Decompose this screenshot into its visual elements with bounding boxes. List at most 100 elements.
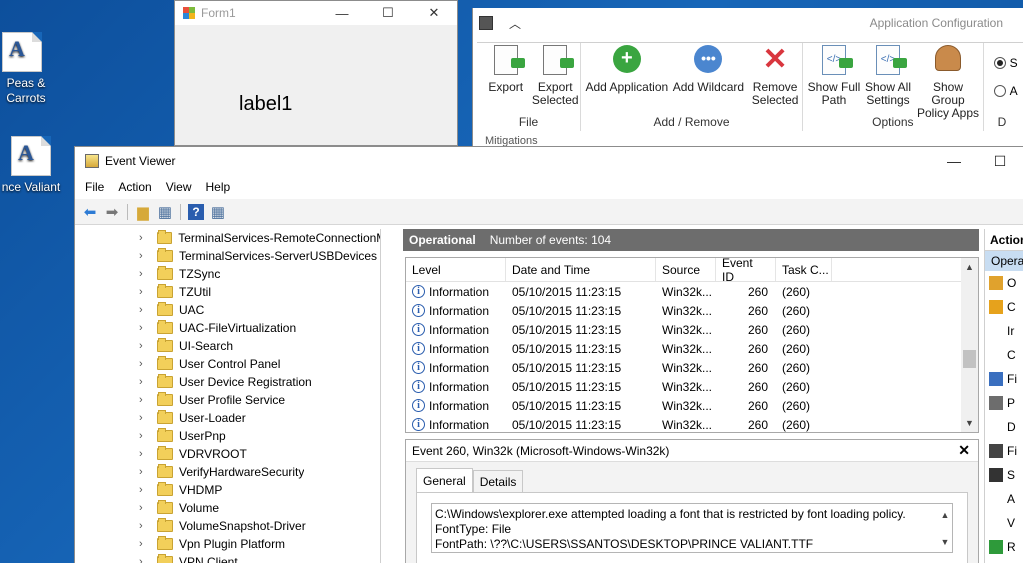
action-item[interactable]: Fi <box>985 439 1023 463</box>
maximize-button[interactable]: ☐ <box>365 5 411 21</box>
tree-item[interactable]: › User Profile Service <box>75 391 380 409</box>
expand-chevron-icon[interactable]: › <box>139 484 151 496</box>
desktop-icon-peas-carrots[interactable]: A Peas & Carrots <box>0 32 58 106</box>
expand-chevron-icon[interactable]: › <box>139 322 151 334</box>
action-item[interactable]: C <box>985 343 1023 367</box>
column-task-category[interactable]: Task C... <box>776 258 832 281</box>
tree-item[interactable]: › User-Loader <box>75 409 380 427</box>
expand-chevron-icon[interactable]: › <box>139 286 151 298</box>
menu-view[interactable]: View <box>166 180 192 194</box>
desktop-icon-prince-valiant[interactable]: A nce Valiant <box>0 136 76 195</box>
expand-chevron-icon[interactable]: › <box>139 394 151 406</box>
expand-chevron-icon[interactable]: › <box>139 376 151 388</box>
column-source[interactable]: Source <box>656 258 716 281</box>
scroll-thumb[interactable] <box>963 350 976 368</box>
tree-item[interactable]: › Volume <box>75 499 380 517</box>
actions-subheader[interactable]: Opera <box>985 251 1023 271</box>
tree-item[interactable]: › TerminalServices-ServerUSBDevices <box>75 247 380 265</box>
tree-item[interactable]: › VHDMP <box>75 481 380 499</box>
tree-item[interactable]: › UAC-FileVirtualization <box>75 319 380 337</box>
menu-action[interactable]: Action <box>118 180 151 194</box>
tree-item[interactable]: › Vpn Plugin Platform <box>75 535 380 553</box>
column-level[interactable]: Level <box>406 258 506 281</box>
action-item[interactable]: C <box>985 295 1023 319</box>
scroll-up-icon[interactable]: ▲ <box>965 262 974 272</box>
action-item[interactable]: D <box>985 415 1023 439</box>
action-item[interactable]: A <box>985 487 1023 511</box>
expand-chevron-icon[interactable]: › <box>139 430 151 442</box>
maximize-button[interactable]: ☐ <box>977 153 1023 170</box>
tree-item[interactable]: › VerifyHardwareSecurity <box>75 463 380 481</box>
expand-chevron-icon[interactable]: › <box>139 466 151 478</box>
help-icon[interactable]: ? <box>188 203 204 220</box>
action-item[interactable]: V <box>985 511 1023 535</box>
tree-item-label: Vpn Plugin Platform <box>179 537 286 551</box>
show-action-pane-icon[interactable]: ▦ <box>207 202 229 222</box>
expand-chevron-icon[interactable]: › <box>139 232 151 244</box>
tree-item[interactable]: › VolumeSnapshot-Driver <box>75 517 380 535</box>
action-item[interactable]: Ir <box>985 319 1023 343</box>
show-hide-tree-icon[interactable]: ▦ <box>154 202 176 222</box>
expand-chevron-icon[interactable]: › <box>139 250 151 262</box>
close-detail-icon[interactable]: ✕ <box>958 442 970 459</box>
up-folder-icon[interactable]: ▆ <box>132 202 154 222</box>
tree-item[interactable]: › UAC <box>75 301 380 319</box>
menu-file[interactable]: File <box>85 180 104 194</box>
event-row[interactable]: i Information 05/10/2015 11:23:15 Win32k...… <box>406 301 978 320</box>
tree-item[interactable]: › TZUtil <box>75 283 380 301</box>
expand-chevron-icon[interactable]: › <box>139 268 151 280</box>
event-row[interactable]: i Information 05/10/2015 11:23:15 Win32k...… <box>406 282 978 301</box>
tree-item[interactable]: › User Control Panel <box>75 355 380 373</box>
expand-chevron-icon[interactable]: › <box>139 448 151 460</box>
expand-chevron-icon[interactable]: › <box>139 556 151 563</box>
action-item[interactable]: O <box>985 271 1023 295</box>
tab-general[interactable]: General <box>416 468 473 492</box>
event-row[interactable]: i Information 05/10/2015 11:23:15 Win32k...… <box>406 320 978 339</box>
expand-chevron-icon[interactable]: › <box>139 340 151 352</box>
event-viewer-titlebar[interactable]: Event Viewer — ☐ <box>75 147 1023 175</box>
event-row[interactable]: i Information 05/10/2015 11:23:15 Win32k...… <box>406 415 978 432</box>
tab-details[interactable]: Details <box>472 470 524 492</box>
expand-chevron-icon[interactable]: › <box>139 412 151 424</box>
minimize-button[interactable]: — <box>931 153 977 169</box>
message-scrollbar[interactable]: ▲ ▼ <box>938 504 952 552</box>
action-item[interactable]: R <box>985 535 1023 559</box>
expand-chevron-icon[interactable]: › <box>139 502 151 514</box>
expand-chevron-icon[interactable]: › <box>139 538 151 550</box>
tree-item[interactable]: › TZSync <box>75 265 380 283</box>
radio-option[interactable] <box>993 57 1006 69</box>
action-item[interactable]: Fi <box>985 367 1023 391</box>
event-message-box[interactable]: C:\Windows\explorer.exe attempted loadin… <box>431 503 953 553</box>
export-selected-icon <box>539 45 575 77</box>
event-count: Number of events: 104 <box>489 233 612 247</box>
tree-item[interactable]: › UserPnp <box>75 427 380 445</box>
radio-option[interactable] <box>993 85 1006 97</box>
action-item[interactable]: S <box>985 463 1023 487</box>
expand-chevron-icon[interactable]: › <box>139 304 151 316</box>
collapse-ribbon-icon[interactable]: ︿ <box>509 15 521 32</box>
tree-item[interactable]: › User Device Registration <box>75 373 380 391</box>
scroll-down-icon[interactable]: ▼ <box>965 418 974 428</box>
close-button[interactable]: ✕ <box>411 5 457 21</box>
expand-chevron-icon[interactable]: › <box>139 358 151 370</box>
tree-item[interactable]: › VDRVROOT <box>75 445 380 463</box>
event-row[interactable]: i Information 05/10/2015 11:23:15 Win32k...… <box>406 358 978 377</box>
system-menu-icon[interactable] <box>479 16 493 30</box>
minimize-button[interactable]: — <box>319 6 365 21</box>
event-row[interactable]: i Information 05/10/2015 11:23:15 Win32k...… <box>406 339 978 358</box>
column-event-id[interactable]: Event ID <box>716 258 776 284</box>
column-date-time[interactable]: Date and Time <box>506 258 656 281</box>
form1-titlebar[interactable]: Form1 — ☐ ✕ <box>175 1 457 25</box>
action-item[interactable]: P <box>985 391 1023 415</box>
event-row[interactable]: i Information 05/10/2015 11:23:15 Win32k...… <box>406 377 978 396</box>
forward-arrow-icon[interactable]: ➡ <box>101 202 123 222</box>
tree-item[interactable]: › VPN Client <box>75 553 380 563</box>
events-scrollbar[interactable]: ▲ ▼ <box>961 258 978 432</box>
event-row[interactable]: i Information 05/10/2015 11:23:15 Win32k...… <box>406 396 978 415</box>
expand-chevron-icon[interactable]: › <box>139 520 151 532</box>
tree-item[interactable]: › TerminalServices-RemoteConnectionM <box>75 229 380 247</box>
menu-help[interactable]: Help <box>206 180 231 194</box>
back-arrow-icon[interactable]: ⬅ <box>79 202 101 222</box>
tree-item[interactable]: › UI-Search <box>75 337 380 355</box>
font-file-icon: A <box>2 32 42 72</box>
